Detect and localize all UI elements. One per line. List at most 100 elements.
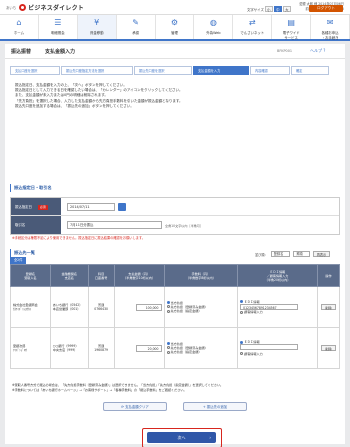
section-payee-list: 振込先一覧 (10, 249, 35, 257)
delete-button[interactable]: 削除 (321, 303, 336, 310)
step-2: 振込先口座指定方法を選択 (61, 66, 133, 75)
name-hint: 全角10文字以内［半角可］ (165, 223, 203, 228)
table-cell: 20,000 (113, 327, 165, 369)
screen-code: BFKP001 (277, 49, 293, 53)
page-category: 振込振替 (11, 49, 32, 55)
nav-item-0[interactable]: ⌂ ホーム (0, 15, 39, 39)
page-title: 支払金額入力 (45, 49, 76, 55)
main-content: 振込振替 支払金額入力 BFKP001 ヘルプ ? 支払口座を選択 振込先口座指定… (5, 44, 345, 447)
delete-button[interactable]: 削除 (321, 344, 336, 351)
table-row: 愛銀次郎 ｱｲｷﾞﾝｼﾞﾛｳ ○○銀行（9999） 中央支店（999） 普通 196087… (10, 327, 340, 369)
nav-item-label: ホーム (13, 31, 24, 35)
date-label: 振込指定日 必須 (11, 198, 61, 215)
fee-radio-specified[interactable] (166, 309, 170, 313)
nav-item-label: 承認 (132, 31, 139, 35)
nav-item-3[interactable]: ✎ 承認 (117, 15, 156, 39)
font-medium-button[interactable]: 中 (273, 6, 282, 12)
date-label-text: 振込指定日 (15, 205, 32, 209)
action-buttons: ⟳ 支払金額クリア + 振込先の追加 (5, 402, 345, 411)
amount-input[interactable]: 20,000 (135, 344, 162, 352)
footnote-line: ※手数料については「あいち銀行ホームページ」→「お客様サポート」→「各種手数料」… (12, 387, 187, 392)
table-cell: ＥＤＩ情報 01234567891234567 顧客情報入力 (237, 286, 318, 328)
add-payee-label: 振込先の追加 (206, 405, 228, 409)
table-cell: 当方負担 先方負担（登録済み金額） 先方負担（指定金額） (163, 327, 239, 369)
table-header: ＥＤＩ情報 ／顧客情報入力 （半角20桁以内） (237, 264, 318, 287)
sort-select[interactable]: 登録名 (270, 251, 291, 257)
refresh-icon: ⟳ (121, 405, 125, 409)
add-payee-button[interactable]: + 振込先の追加 (183, 402, 247, 411)
edi-radio[interactable] (240, 340, 244, 344)
header: あいち ビジネスダイレクト 愛銀 太郎 様 2014年07月06日 前回ログイン… (0, 0, 350, 14)
account-number: 0766430 (94, 307, 109, 311)
table-cell: 削除 (317, 286, 340, 328)
edi-radio[interactable] (240, 300, 244, 304)
transfer-date-input[interactable]: 2014/07/11 (67, 202, 115, 211)
globe-icon: ◍ (209, 18, 217, 27)
help-icon: ? (323, 48, 326, 53)
clear-amount-button[interactable]: ⟳ 支払金額クリア (103, 402, 167, 411)
brand-mark-icon (19, 4, 27, 11)
page-title-bar: 振込振替 支払金額入力 BFKP001 ヘルプ ? (5, 44, 345, 59)
list-icon: ☰ (54, 18, 62, 27)
nav-item-8[interactable]: ✉ 各種お申込 ・お手続き (311, 15, 350, 40)
font-large-button[interactable]: 大 (282, 6, 291, 12)
order-select[interactable]: 昇順 (293, 251, 310, 257)
font-small-button[interactable]: 小 (264, 6, 273, 12)
fee-radio-registered[interactable] (166, 305, 170, 309)
fee-radio-specified[interactable] (166, 350, 170, 354)
nav-item-label: 明細照会 (51, 31, 65, 35)
table-header: 科目 口座番号 (87, 264, 115, 287)
calendar-icon[interactable] (118, 202, 126, 211)
section-transfer-date: 振込指定日・取引名 (10, 184, 52, 192)
required-badge: 必須 (38, 205, 48, 210)
nav-item-7[interactable]: ▤ 電子ワイド サービス (272, 15, 312, 40)
next-button-highlight: 次へ › (142, 428, 222, 447)
name-label: 取引名 (11, 216, 61, 234)
brand-name: ビジネスダイレクト (28, 5, 84, 12)
nav-item-1[interactable]: ☰ 明細照会 (39, 15, 78, 39)
table-cell: 株式会社愛銀商会 ｶ)ｱｲｷﾞﾝｼﾖｳｶｲ (10, 286, 51, 328)
nav-item-label: 管理 (171, 31, 178, 35)
customer-info-radio[interactable] (240, 310, 244, 314)
fee-option-label: 先方負担（指定金額） (170, 350, 202, 355)
table-cell: 100,000 (113, 286, 165, 328)
form-icon: ✉ (326, 18, 334, 27)
table-header: 登録名 受取人名 (10, 264, 51, 287)
edi-input[interactable] (240, 344, 299, 351)
nav-item-2[interactable]: ¥ 資金移動 (77, 15, 117, 39)
help-link[interactable]: ヘルプ ? (310, 48, 325, 54)
branch-name: 中央支店（999） (52, 348, 78, 352)
transaction-name-input[interactable]: 7月11日分振込 (67, 221, 162, 229)
logo: あいち ビジネスダイレクト (6, 3, 84, 12)
nav-item-5[interactable]: ◍ 外為Web (194, 15, 234, 39)
fee-radio-own[interactable] (166, 301, 170, 305)
sort-controls: 並び順： 登録名 昇順 再表示 (255, 251, 331, 257)
nav-item-label: 電子ワイド サービス (282, 31, 300, 40)
gear-icon: ⚙ (170, 18, 179, 27)
table-row: 株式会社愛銀商会 ｶ)ｱｲｷﾞﾝｼﾖｳｶｲ あいち銀行（0542） 本店営業部（001… (10, 286, 340, 328)
fee-radio-own[interactable] (166, 342, 170, 346)
intro-line: 振込先口座を追加する場合は、「振込先の追加」ボタンを押してください。 (15, 103, 134, 108)
step-1: 支払口座を選択 (10, 66, 60, 75)
customer-info-radio[interactable] (240, 352, 244, 356)
logout-button[interactable]: ログアウト (309, 5, 343, 12)
yen-icon: ¥ (94, 18, 100, 27)
font-size-switch: 文字サイズ 小 中 大 (247, 6, 291, 12)
amount-input[interactable]: 100,000 (135, 303, 162, 311)
table-cell: 当方負担 先方負担（登録済み金額） 先方負担（指定金額） (163, 286, 239, 328)
result-count: 全2件 (10, 257, 27, 264)
nav-item-label: 外為Web (206, 31, 221, 35)
sort-label: 並び順： (255, 252, 268, 257)
nav-item-6[interactable]: ⇄ でんさいネット (233, 15, 273, 39)
nav-item-label: 資金移動 (89, 31, 104, 35)
transfer-date-form: 振込指定日 必須 2014/07/11 取引名 7月11日分振込 全角10文字以… (10, 197, 340, 235)
next-button[interactable]: 次へ › (147, 432, 216, 443)
nav-item-4[interactable]: ⚙ 管理 (156, 15, 195, 39)
warning-note: ※手続区分は権限不足により使用できません。振込指定日に振込結果の確認をお願いしま… (12, 236, 145, 240)
table-cell: 普通 0766430 (87, 286, 115, 328)
clear-amount-label: 支払金額クリア (125, 405, 149, 409)
edi-input[interactable]: 01234567891234567 (240, 303, 299, 310)
fee-radio-registered[interactable] (166, 346, 170, 350)
redisplay-button[interactable]: 再表示 (312, 251, 331, 257)
network-icon: ⇄ (248, 18, 256, 27)
